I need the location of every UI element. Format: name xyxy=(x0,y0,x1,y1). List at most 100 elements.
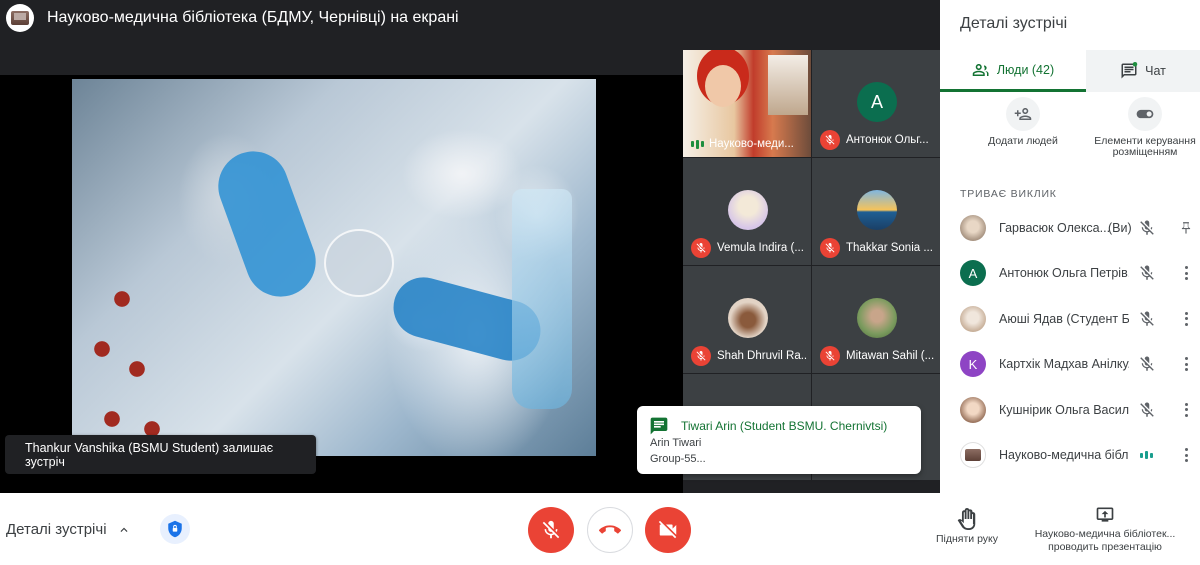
presenter-avatar xyxy=(6,4,34,32)
presenting-title: Науково-медична бібліотека (БДМУ, Чернів… xyxy=(47,9,459,26)
more-options-icon[interactable] xyxy=(1184,402,1188,417)
mic-off-icon xyxy=(1140,402,1154,417)
chat-notification-header: Tiwari Arin (Student BSMU. Chernivtsi) xyxy=(649,416,887,436)
chat-icon xyxy=(1121,62,1138,79)
pin-icon[interactable] xyxy=(1179,220,1193,236)
mic-off-icon xyxy=(1140,356,1154,371)
mic-off-icon xyxy=(1140,220,1154,235)
mic-off-icon xyxy=(1140,311,1154,326)
tile-name: Vemula Indira (... xyxy=(717,242,804,254)
tile-label: Shah Dhruvil Ra... xyxy=(691,346,807,366)
chevron-up-icon xyxy=(120,527,128,532)
list-item[interactable]: A Антонюк Ольга Петрів... xyxy=(940,251,1200,297)
tab-chat[interactable]: Чат xyxy=(1086,50,1200,92)
add-people-button[interactable]: Додати людей xyxy=(968,97,1078,147)
people-list: Гарвасюк Олекса... (Ви) A Антонюк Ольга … xyxy=(940,205,1200,478)
participant-tile[interactable]: Thakkar Sonia ... xyxy=(812,158,940,265)
tab-chat-label: Чат xyxy=(1145,64,1166,78)
list-item[interactable]: Гарвасюк Олекса... (Ви) xyxy=(940,205,1200,251)
avatar xyxy=(857,190,897,230)
people-icon xyxy=(972,63,989,76)
chat-icon xyxy=(650,417,668,435)
leave-call-button[interactable] xyxy=(587,507,633,553)
avatar xyxy=(728,298,768,338)
speaking-indicator-icon xyxy=(1140,451,1153,460)
list-item[interactable]: K Картхік Мадхав Анілку... xyxy=(940,342,1200,388)
avatar: K xyxy=(960,351,986,378)
avatar xyxy=(960,396,986,423)
panel-tabs: Люди (42) Чат xyxy=(940,50,1200,92)
more-options-icon[interactable] xyxy=(1184,448,1188,463)
avatar: A xyxy=(857,82,897,122)
list-item[interactable]: Науково-медична бібл... xyxy=(940,433,1200,479)
presentation-area[interactable] xyxy=(0,75,683,493)
mic-off-icon xyxy=(1140,265,1154,280)
tile-name: Антонюк Ольг... xyxy=(846,134,929,146)
host-controls-label: Елементи керування розміщенням xyxy=(1094,135,1196,158)
toggle-icon xyxy=(1136,109,1154,119)
mic-off-icon xyxy=(820,130,840,150)
raise-hand-button[interactable]: Підняти руку xyxy=(928,508,1006,545)
mic-off-icon xyxy=(820,238,840,258)
meeting-details-button[interactable]: Деталі зустрічі xyxy=(6,521,131,538)
chat-notification[interactable]: Tiwari Arin (Student BSMU. Chernivtsi) A… xyxy=(637,406,921,474)
participant-tile[interactable]: Vemula Indira (... xyxy=(683,158,811,265)
presentation-status-button[interactable]: Науково-медична бібліотек... проводить п… xyxy=(1020,505,1190,554)
presenting-bar: Науково-медична бібліотека (БДМУ, Чернів… xyxy=(0,0,940,36)
flask-shape xyxy=(512,189,572,409)
hang-up-icon xyxy=(599,525,621,534)
mic-off-icon xyxy=(820,346,840,366)
participant-name: Антонюк Ольга Петрів... xyxy=(999,266,1129,281)
participant-name: Аюші Ядав (Студент Б... xyxy=(999,311,1129,326)
tile-name: Науково-меди... xyxy=(709,138,794,150)
avatar xyxy=(960,305,986,332)
speaking-indicator-icon xyxy=(691,139,704,149)
participant-tile[interactable]: Mitawan Sahil (... xyxy=(812,266,940,373)
add-person-icon xyxy=(1014,108,1032,120)
participant-tile[interactable]: A Антонюк Ольг... xyxy=(812,50,940,157)
participant-name: Картхік Мадхав Анілку... xyxy=(999,357,1129,372)
raise-hand-label: Підняти руку xyxy=(935,533,998,545)
add-people-label: Додати людей xyxy=(988,135,1058,147)
meeting-details-panel: Деталі зустрічі Люди (42) Чат Додати люд… xyxy=(940,0,1200,493)
meeting-details-label: Деталі зустрічі xyxy=(6,521,107,538)
list-item[interactable]: Кушнірик Ольга Васил... xyxy=(940,387,1200,433)
more-options-icon[interactable] xyxy=(1184,311,1188,326)
avatar xyxy=(857,298,897,338)
avatar xyxy=(960,214,986,241)
petri-dish xyxy=(324,229,394,297)
bottom-toolbar: Деталі зустрічі Підняти руку Науково-мед… xyxy=(0,493,1200,565)
camera-toggle-button[interactable] xyxy=(645,507,691,553)
tile-label: Thakkar Sonia ... xyxy=(820,238,936,258)
mic-toggle-button[interactable] xyxy=(528,507,574,553)
participant-tile[interactable]: Науково-меди... xyxy=(683,50,811,157)
tile-name: Shah Dhruvil Ra... xyxy=(717,350,807,362)
you-label: (Ви) xyxy=(1108,220,1132,235)
camera-off-icon xyxy=(658,520,677,539)
participant-name: Науково-медична бібл... xyxy=(999,448,1129,463)
chat-message: Group-55... xyxy=(650,453,706,465)
participant-tile[interactable]: Shah Dhruvil Ra... xyxy=(683,266,811,373)
mic-off-icon xyxy=(691,346,711,366)
library-logo-icon xyxy=(11,11,29,25)
section-label: ТРИВАЄ ВИКЛИК xyxy=(960,188,1057,200)
avatar xyxy=(728,190,768,230)
hand-icon xyxy=(957,508,976,530)
presenting-status-label: Науково-медична бібліотек... проводить п… xyxy=(1034,528,1176,553)
more-options-icon[interactable] xyxy=(1184,266,1188,281)
list-item[interactable]: Аюші Ядав (Студент Б... xyxy=(940,296,1200,342)
more-options-icon[interactable] xyxy=(1184,357,1188,372)
leave-notification: Thankur Vanshika (BSMU Student) залишає … xyxy=(5,435,316,474)
tile-label: Антонюк Ольг... xyxy=(820,130,936,150)
participant-name: Кушнірик Ольга Васил... xyxy=(999,402,1129,417)
avatar: A xyxy=(960,260,986,287)
panel-title: Деталі зустрічі xyxy=(960,15,1068,32)
host-controls-button[interactable]: Елементи керування розміщенням xyxy=(1090,97,1200,158)
mic-off-icon xyxy=(691,238,711,258)
tile-name: Thakkar Sonia ... xyxy=(846,242,933,254)
glove-shape xyxy=(208,141,326,307)
shared-screen-image xyxy=(72,79,596,456)
avatar xyxy=(960,442,986,469)
security-shield-icon[interactable] xyxy=(160,514,190,544)
tab-people[interactable]: Люди (42) xyxy=(940,50,1086,92)
